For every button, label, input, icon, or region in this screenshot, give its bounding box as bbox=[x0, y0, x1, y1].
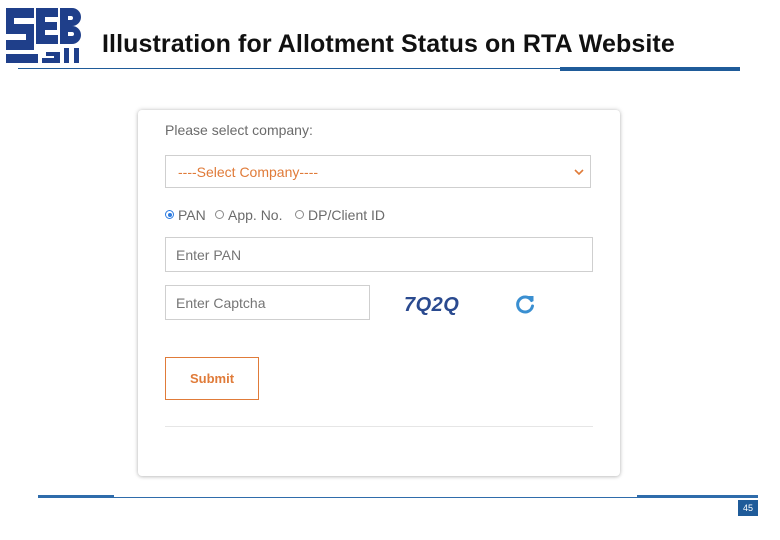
radio-pan-label: PAN bbox=[178, 207, 206, 223]
pan-input[interactable] bbox=[165, 237, 593, 272]
chevron-down-icon bbox=[574, 169, 584, 176]
slide-title: Illustration for Allotment Status on RTA… bbox=[102, 30, 675, 58]
refresh-icon[interactable] bbox=[514, 293, 536, 315]
sebi-logo bbox=[2, 2, 82, 66]
radio-dp-client-id-indicator[interactable] bbox=[295, 210, 304, 219]
title-underline-accent bbox=[560, 67, 740, 71]
radio-pan-indicator[interactable] bbox=[165, 210, 174, 219]
allotment-status-form: Please select company: ----Select Compan… bbox=[138, 110, 620, 476]
company-select[interactable]: ----Select Company---- bbox=[165, 155, 591, 188]
company-label: Please select company: bbox=[165, 122, 313, 138]
page-number: 45 bbox=[738, 500, 758, 516]
footer-rule-accent-right bbox=[637, 495, 758, 498]
submit-button[interactable]: Submit bbox=[165, 357, 259, 400]
captcha-code: 7Q2Q bbox=[404, 294, 460, 316]
radio-dp-client-id-label: DP/Client ID bbox=[308, 207, 386, 223]
company-select-value: ----Select Company---- bbox=[178, 164, 319, 180]
card-divider bbox=[165, 426, 593, 427]
radio-app-no-label: App. No. bbox=[228, 207, 283, 223]
footer-rule-accent-left bbox=[38, 495, 114, 498]
radio-app-no-indicator[interactable] bbox=[215, 210, 224, 219]
captcha-input[interactable] bbox=[165, 285, 370, 320]
